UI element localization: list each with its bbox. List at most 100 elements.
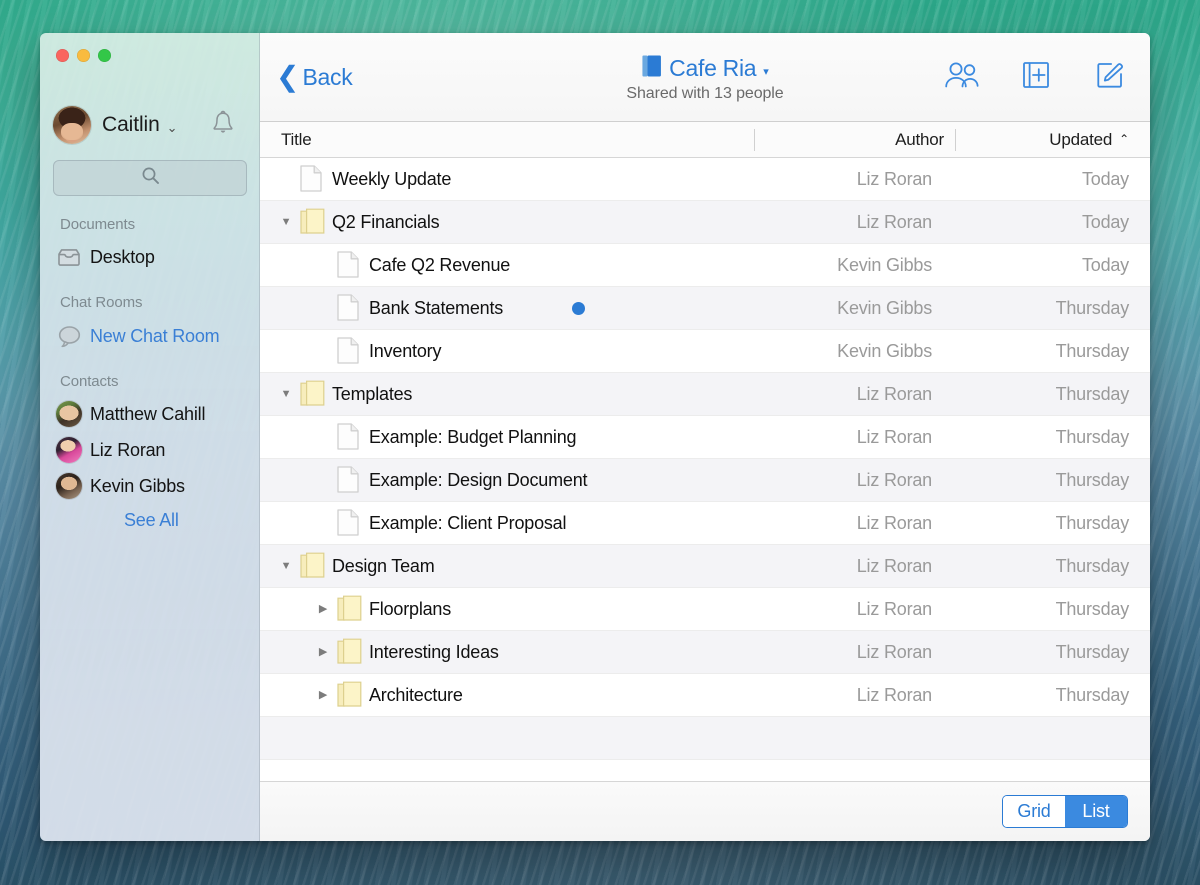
row-author: Liz Roran [857, 599, 932, 620]
share-people-button[interactable] [944, 59, 980, 95]
row-updated: Today [1082, 169, 1129, 190]
folder-icon [300, 380, 324, 408]
row-author: Kevin Gibbs [837, 341, 932, 362]
table-row[interactable]: ▼ Q2 FinancialsLiz RoranToday [260, 201, 1150, 244]
sidebar-section-documents: Documents [60, 216, 135, 233]
minimize-button[interactable] [77, 49, 90, 62]
row-updated: Thursday [1056, 556, 1129, 577]
view-mode-list[interactable]: List [1065, 796, 1127, 827]
row-title: Q2 Financials [332, 212, 439, 233]
avatar [56, 473, 82, 499]
chat-bubble-icon [56, 325, 82, 348]
document-icon [300, 165, 324, 193]
sidebar-item-label: Matthew Cahill [90, 404, 205, 425]
sidebar-item-desktop[interactable]: Desktop [56, 243, 155, 271]
column-header-updated-label: Updated [1049, 130, 1112, 150]
column-divider[interactable] [955, 129, 956, 151]
row-updated: Thursday [1056, 470, 1129, 491]
table-row[interactable]: Cafe Q2 RevenueKevin GibbsToday [260, 244, 1150, 287]
table-row[interactable]: Bank StatementsKevin GibbsThursday [260, 287, 1150, 330]
row-author: Liz Roran [857, 169, 932, 190]
disclosure-collapsed-icon[interactable]: ▶ [315, 690, 331, 701]
view-mode-toggle[interactable]: Grid List [1002, 795, 1128, 828]
disclosure-collapsed-icon[interactable]: ▶ [315, 604, 331, 615]
row-title: Cafe Q2 Revenue [369, 255, 510, 276]
row-title: Example: Client Proposal [369, 513, 566, 534]
search-icon [141, 166, 160, 190]
window-controls [56, 49, 111, 62]
column-header-author[interactable]: Author [895, 122, 944, 158]
sidebar-item-new-chat-room[interactable]: New Chat Room [56, 322, 219, 350]
folder-icon [337, 595, 361, 623]
column-headers: Title Author Updated ⌃ [260, 122, 1150, 158]
table-row[interactable]: InventoryKevin GibbsThursday [260, 330, 1150, 373]
sidebar-item-liz-roran[interactable]: Liz Roran [56, 436, 165, 464]
sidebar-item-label: Desktop [90, 247, 155, 268]
close-button[interactable] [56, 49, 69, 62]
sort-ascending-icon: ⌃ [1119, 132, 1129, 146]
notebook-icon [641, 54, 662, 83]
row-updated: Thursday [1056, 298, 1129, 319]
column-header-updated[interactable]: Updated ⌃ [1049, 122, 1129, 158]
row-updated: Thursday [1056, 642, 1129, 663]
bell-icon[interactable] [210, 109, 236, 137]
sidebar-item-label: New Chat Room [90, 326, 219, 347]
chevron-left-icon: ❮ [276, 63, 299, 91]
table-row[interactable]: Example: Client ProposalLiz RoranThursda… [260, 502, 1150, 545]
sidebar-section-contacts: Contacts [60, 373, 118, 390]
table-row[interactable]: ▶ ArchitectureLiz RoranThursday [260, 674, 1150, 717]
disclosure-collapsed-icon[interactable]: ▶ [315, 647, 331, 658]
row-author: Liz Roran [857, 685, 932, 706]
folder-icon [337, 681, 361, 709]
table-row[interactable]: ▶ Interesting Ideas Liz Roran Thursday [260, 631, 1150, 674]
new-folder-button[interactable] [1018, 59, 1054, 95]
row-updated: Thursday [1056, 685, 1129, 706]
chevron-down-icon: ▾ [763, 65, 769, 78]
disclosure-expanded-icon[interactable]: ▼ [278, 389, 294, 400]
row-title: Interesting Ideas [369, 642, 499, 663]
zoom-button[interactable] [98, 49, 111, 62]
row-author: Liz Roran [857, 470, 932, 491]
row-author: Liz Roran [857, 384, 932, 405]
document-icon [337, 423, 361, 451]
row-updated: Thursday [1056, 513, 1129, 534]
title-block: Cafe Ria ▾ Shared with 13 people [626, 54, 783, 103]
row-author: Kevin Gibbs [837, 298, 932, 319]
document-icon [337, 251, 361, 279]
table-row[interactable]: ▼ Design TeamLiz RoranThursday [260, 545, 1150, 588]
table-row[interactable]: Example: Design Document Liz Roran Thursda… [260, 459, 1150, 502]
table-row[interactable]: ▶ FloorplansLiz RoranThursday [260, 588, 1150, 631]
see-all-link[interactable]: See All [124, 510, 179, 531]
disclosure-expanded-icon[interactable]: ▼ [278, 217, 294, 228]
table-row[interactable]: Example: Budget PlanningLiz RoranThursda… [260, 416, 1150, 459]
toolbar-actions [944, 59, 1128, 95]
folder-icon [337, 638, 361, 666]
row-updated: Thursday [1056, 384, 1129, 405]
notebook-plus-icon [1020, 59, 1052, 96]
column-divider[interactable] [754, 129, 755, 151]
avatar [56, 437, 82, 463]
search-input[interactable] [53, 160, 247, 196]
page-title: Cafe Ria [669, 55, 756, 82]
sidebar-item-label: Kevin Gibbs [90, 476, 185, 497]
table-row[interactable]: ▼ TemplatesLiz RoranThursday [260, 373, 1150, 416]
file-list[interactable]: Weekly UpdateLiz RoranToday▼ Q2 Financia… [260, 158, 1150, 781]
row-updated: Today [1082, 255, 1129, 276]
sidebar-item-kevin-gibbs[interactable]: Kevin Gibbs [56, 472, 185, 500]
row-author: Liz Roran [857, 427, 932, 448]
tray-icon [56, 248, 82, 267]
document-icon [337, 466, 361, 494]
document-title-button[interactable]: Cafe Ria ▾ [626, 54, 783, 83]
back-button[interactable]: ❮ Back [276, 63, 352, 91]
compose-button[interactable] [1092, 59, 1128, 95]
row-author: Liz Roran [857, 642, 932, 663]
sidebar-item-matthew-cahill[interactable]: Matthew Cahill [56, 400, 205, 428]
row-title: Example: Design Document [369, 470, 587, 491]
view-mode-grid[interactable]: Grid [1003, 796, 1065, 827]
folder-icon [300, 208, 324, 236]
footer: Grid List [260, 781, 1150, 841]
table-row[interactable]: Weekly UpdateLiz RoranToday [260, 158, 1150, 201]
disclosure-expanded-icon[interactable]: ▼ [278, 561, 294, 572]
row-updated: Today [1082, 212, 1129, 233]
column-header-title[interactable]: Title [281, 122, 312, 158]
